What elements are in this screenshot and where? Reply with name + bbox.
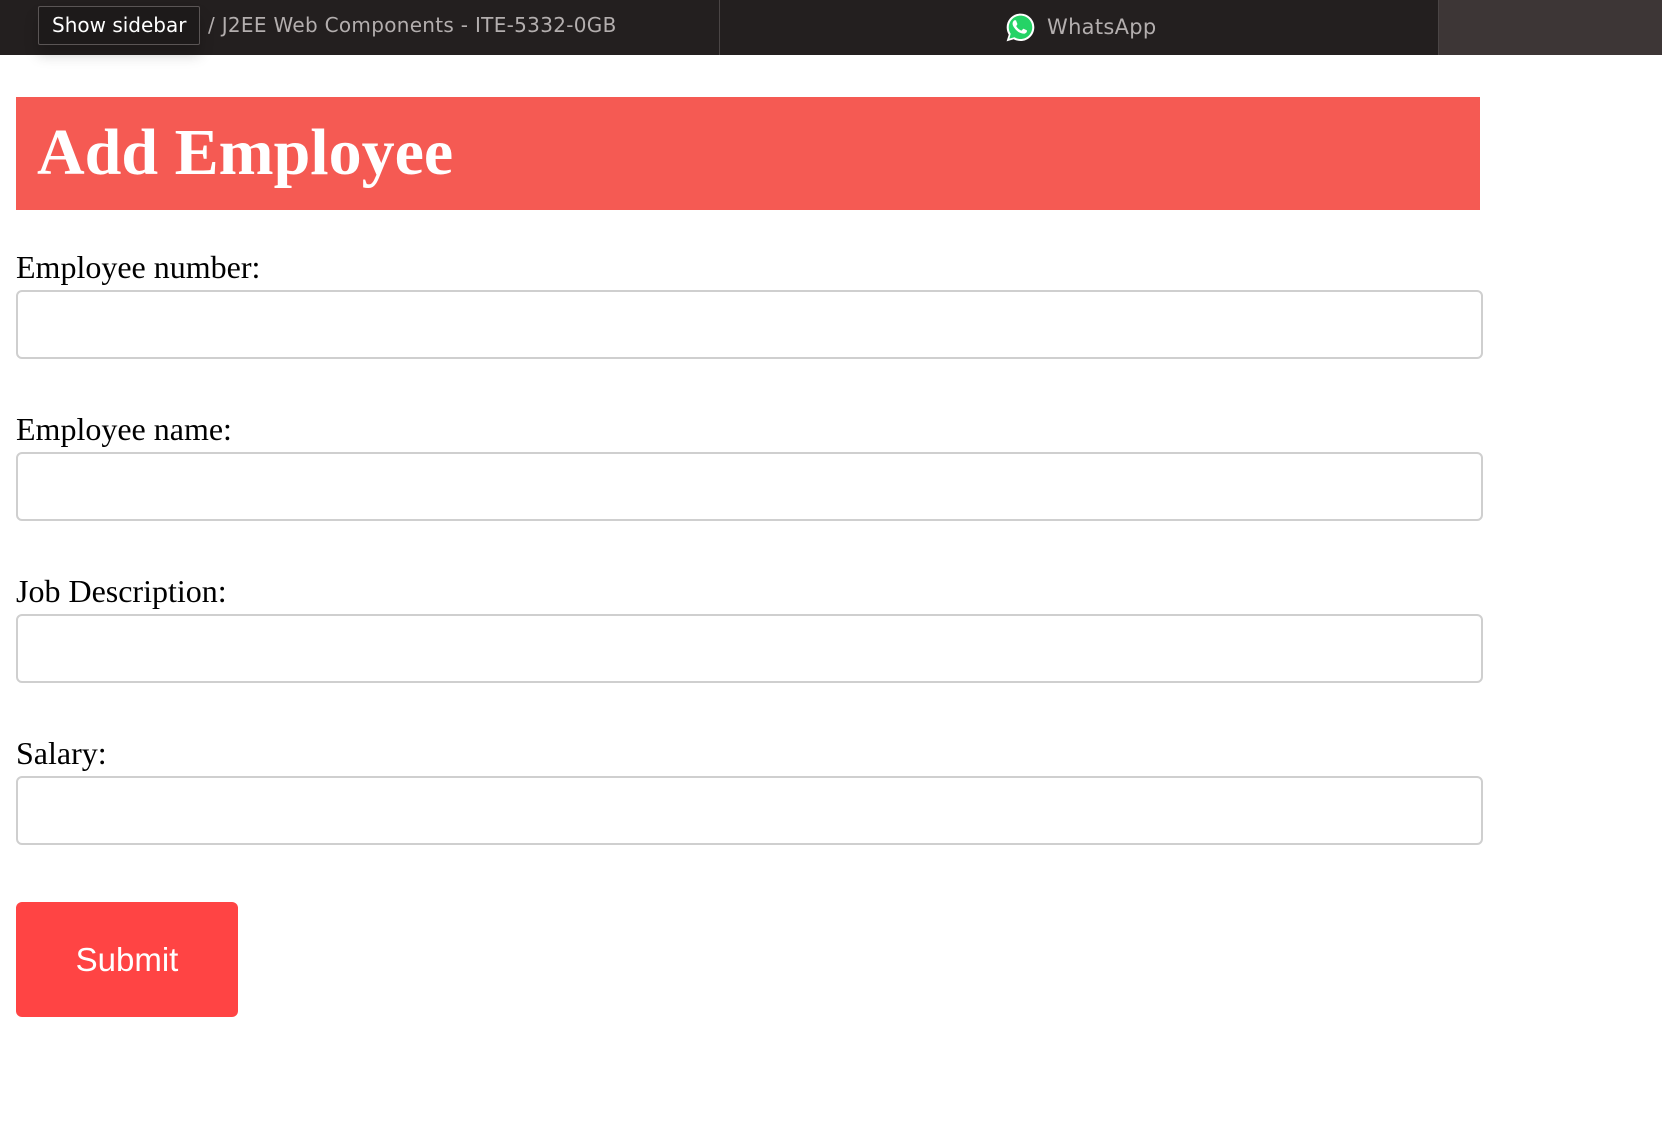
whatsapp-icon bbox=[1006, 13, 1035, 41]
tab-title: / J2EE Web Components - ITE-5332-0GB bbox=[208, 13, 617, 37]
tab-j2ee-web-components[interactable]: / J2EE Web Components - ITE-5332-0GB Sho… bbox=[0, 0, 720, 55]
salary-input[interactable] bbox=[16, 776, 1483, 845]
browser-tab-bar: / J2EE Web Components - ITE-5332-0GB Sho… bbox=[0, 0, 1662, 55]
employee-number-input[interactable] bbox=[16, 290, 1483, 359]
employee-name-label: Employee name: bbox=[16, 411, 232, 447]
job-description-input[interactable] bbox=[16, 614, 1483, 683]
job-description-label: Job Description: bbox=[16, 573, 227, 609]
employee-name-input[interactable] bbox=[16, 452, 1483, 521]
employee-number-label: Employee number: bbox=[16, 249, 261, 285]
submit-button[interactable]: Submit bbox=[16, 902, 238, 1017]
tab-whatsapp-content: WhatsApp bbox=[1004, 11, 1157, 43]
show-sidebar-tooltip: Show sidebar bbox=[38, 6, 201, 45]
salary-label: Salary: bbox=[16, 735, 107, 771]
tab-empty[interactable] bbox=[1439, 0, 1662, 55]
tab-whatsapp-label: WhatsApp bbox=[1047, 15, 1157, 39]
page-header: Add Employee bbox=[16, 97, 1480, 210]
page-title: Add Employee bbox=[37, 116, 454, 189]
tab-whatsapp[interactable]: WhatsApp bbox=[720, 0, 1439, 55]
